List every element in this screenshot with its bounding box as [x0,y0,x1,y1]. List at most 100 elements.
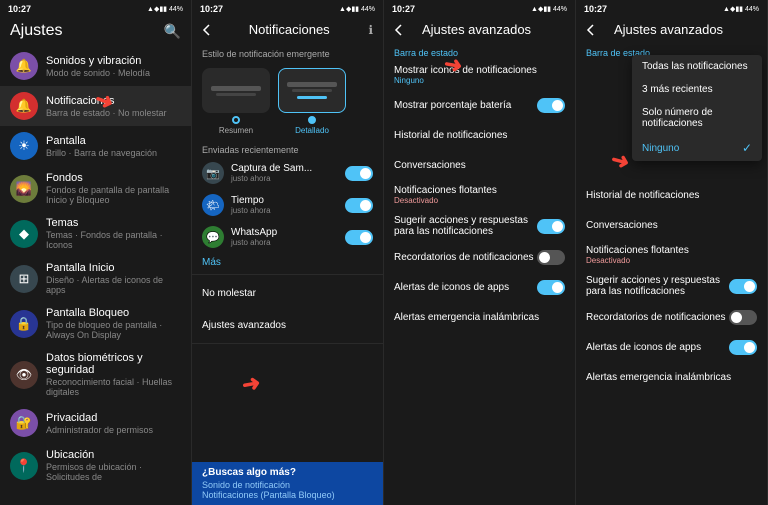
adv-item-mostrar-iconos[interactable]: Mostrar iconos de notificaciones Ninguno [384,60,575,90]
back-btn-2[interactable] [202,24,210,36]
icon-captura: 📷 [202,162,224,184]
sub-temas: Temas · Fondos de pantalla · Iconos [46,230,181,250]
style-resumen[interactable]: Resumen [202,68,270,135]
adv-item-recordatorios2[interactable]: Recordatorios de notificaciones [576,302,767,332]
panel-header-3: Ajustes avanzados [384,18,575,43]
menu-item-ubicacion[interactable]: 📍 Ubicación Permisos de ubicación · Soli… [0,443,191,488]
adv-text-sugerir2: Sugerir acciones y respuestas para las n… [586,275,729,297]
panel-header-2: Notificaciones ℹ [192,18,383,43]
panel-title-2: Notificaciones [249,22,330,37]
status-icons-4: ▲◆▮▮ 44% [723,5,759,13]
toggle-captura[interactable] [345,166,373,181]
toggle-sugerir[interactable] [537,219,565,234]
menu-item-pantallab[interactable]: 🔒 Pantalla Bloqueo Tipo de bloqueo de pa… [0,301,191,346]
toggle-recordatorios2[interactable] [729,310,757,325]
label-resumen: Resumen [219,126,253,135]
no-molestar-item[interactable]: No molestar [192,277,383,309]
label-temas: Temas [46,217,181,229]
adv-item-alertas-iconos[interactable]: Alertas de iconos de apps [384,272,575,302]
menu-item-temas[interactable]: ◆ Temas Temas · Fondos de pantalla · Ico… [0,211,191,256]
toggle-alertas-iconos2[interactable] [729,340,757,355]
mas-button[interactable]: Más [192,253,383,272]
sub-datos: Reconocimiento facial · Huellas digitale… [46,377,181,397]
icon-datos: 👁 [10,361,38,389]
adv-text-conversaciones2: Conversaciones [586,220,757,231]
adv-item-alertas-iconos2[interactable]: Alertas de iconos de apps [576,332,767,362]
dropdown-label-solo: Solo número de notificaciones [642,107,752,129]
adv-item-flotantes[interactable]: Notificaciones flotantes Desactivado [384,180,575,210]
back-btn-4[interactable] [586,24,594,36]
toggle-alertas-iconos[interactable] [537,280,565,295]
dropdown-option-ninguno[interactable]: Ninguno ✓ [632,135,762,161]
panel-2: 10:27 ▲◆▮▮ 44% Notificaciones ℹ Estilo d… [192,0,384,505]
search-icon-1[interactable]: 🔍 [164,23,181,40]
label-sonidos: Sonidos y vibración [46,55,181,67]
info-icon-2[interactable]: ℹ [368,23,373,37]
time-whatsapp: justo ahora [231,238,345,247]
busca-link-1[interactable]: Sonido de notificación [202,480,373,490]
toggle-tiempo[interactable] [345,198,373,213]
time-captura: justo ahora [231,174,345,183]
adv-item-alertas-emergencia2[interactable]: Alertas emergencia inalámbricas [576,362,767,392]
status-bar-1: 10:27 ▲◆▮▮ 44% [0,0,191,18]
toggle-whatsapp[interactable] [345,230,373,245]
label-notificaciones: Notificaciones [46,95,181,107]
adv-text-alertas-iconos2: Alertas de iconos de apps [586,342,729,353]
adv-item-mostrar-pct[interactable]: Mostrar porcentaje batería [384,90,575,120]
toggle-mostrar-pct[interactable] [537,98,565,113]
adv-text-mostrar-iconos: Mostrar iconos de notificaciones [394,65,565,76]
menu-item-fondos[interactable]: 🌄 Fondos Fondos de pantalla de pantalla … [0,166,191,211]
adv-text-mostrar-pct: Mostrar porcentaje batería [394,100,537,111]
notif-item-whatsapp[interactable]: 💬 WhatsApp justo ahora [192,221,383,253]
icon-pantallab: 🔒 [10,310,38,338]
adv-item-historial2[interactable]: Historial de notificaciones [576,180,767,210]
adv-item-historial[interactable]: Historial de notificaciones [384,120,575,150]
menu-item-datos[interactable]: 👁 Datos biométricos y seguridad Reconoci… [0,346,191,403]
dropdown-label-todas: Todas las notificaciones [642,61,748,72]
dropdown-option-todas[interactable]: Todas las notificaciones [632,55,762,78]
status-bar-3: 10:27 ▲◆▮▮ 44% [384,0,575,18]
icon-temas: ◆ [10,220,38,248]
label-pantalla: Pantalla [46,135,181,147]
adv-item-conversaciones2[interactable]: Conversaciones [576,210,767,240]
busca-link-2[interactable]: Notificaciones (Pantalla Bloqueo) [202,490,373,500]
sub-fondos: Fondos de pantalla de pantalla Inicio y … [46,185,181,205]
sub-privacidad: Administrador de permisos [46,425,181,435]
adv-item-sugerir[interactable]: Sugerir acciones y respuestas para las n… [384,210,575,242]
menu-item-sonidos[interactable]: 🔔 Sonidos y vibración Modo de sonido · M… [0,46,191,86]
notif-item-tiempo[interactable]: 🌤 Tiempo justo ahora [192,189,383,221]
label-privacidad: Privacidad [46,412,181,424]
panel-1: 10:27 ▲◆▮▮ 44% Ajustes 🔍 🔔 Sonidos y vib… [0,0,192,505]
toggle-sugerir2[interactable] [729,279,757,294]
status-icons-2: ▲◆▮▮ 44% [339,5,375,13]
time-tiempo: justo ahora [231,206,345,215]
menu-item-notificaciones[interactable]: 🔔 Notificaciones Barra de estado · No mo… [0,86,191,126]
adv-item-alertas-emergencia[interactable]: Alertas emergencia inalámbricas [384,302,575,332]
notif-style-container: Resumen Detallado [192,62,383,141]
divider-2 [192,274,383,275]
adv-item-sugerir2[interactable]: Sugerir acciones y respuestas para las n… [576,270,767,302]
status-bar-4: 10:27 ▲◆▮▮ 44% [576,0,767,18]
panel-header-1: Ajustes 🔍 [0,18,191,46]
dropdown-label-ninguno: Ninguno [642,143,679,154]
icon-sonidos: 🔔 [10,52,38,80]
sub-notificaciones: Barra de estado · No molestar [46,108,181,118]
busca-title: ¿Buscas algo más? [202,467,373,478]
adv-item-conversaciones[interactable]: Conversaciones [384,150,575,180]
menu-item-privacidad[interactable]: 🔐 Privacidad Administrador de permisos [0,403,191,443]
no-molestar-label: No molestar [202,288,373,299]
adv-sub-mostrar-iconos: Ninguno [394,76,565,85]
label-datos: Datos biométricos y seguridad [46,352,181,376]
barra-label-3: Barra de estado [384,43,575,60]
adv-item-recordatorios[interactable]: Recordatorios de notificaciones [384,242,575,272]
back-btn-3[interactable] [394,24,402,36]
ajustes-avanzados-item[interactable]: Ajustes avanzados [192,309,383,341]
dropdown-option-tres[interactable]: 3 más recientes [632,78,762,101]
menu-item-pantallainicio[interactable]: ⊞ Pantalla Inicio Diseño · Alertas de ic… [0,256,191,301]
notif-item-captura[interactable]: 📷 Captura de Sam... justo ahora [192,157,383,189]
style-detallado[interactable]: Detallado [278,68,346,135]
toggle-recordatorios[interactable] [537,250,565,265]
menu-item-pantalla[interactable]: ☀ Pantalla Brillo · Barra de navegación [0,126,191,166]
adv-item-flotantes2[interactable]: Notificaciones flotantes Desactivado [576,240,767,270]
dropdown-option-solo[interactable]: Solo número de notificaciones [632,101,762,135]
